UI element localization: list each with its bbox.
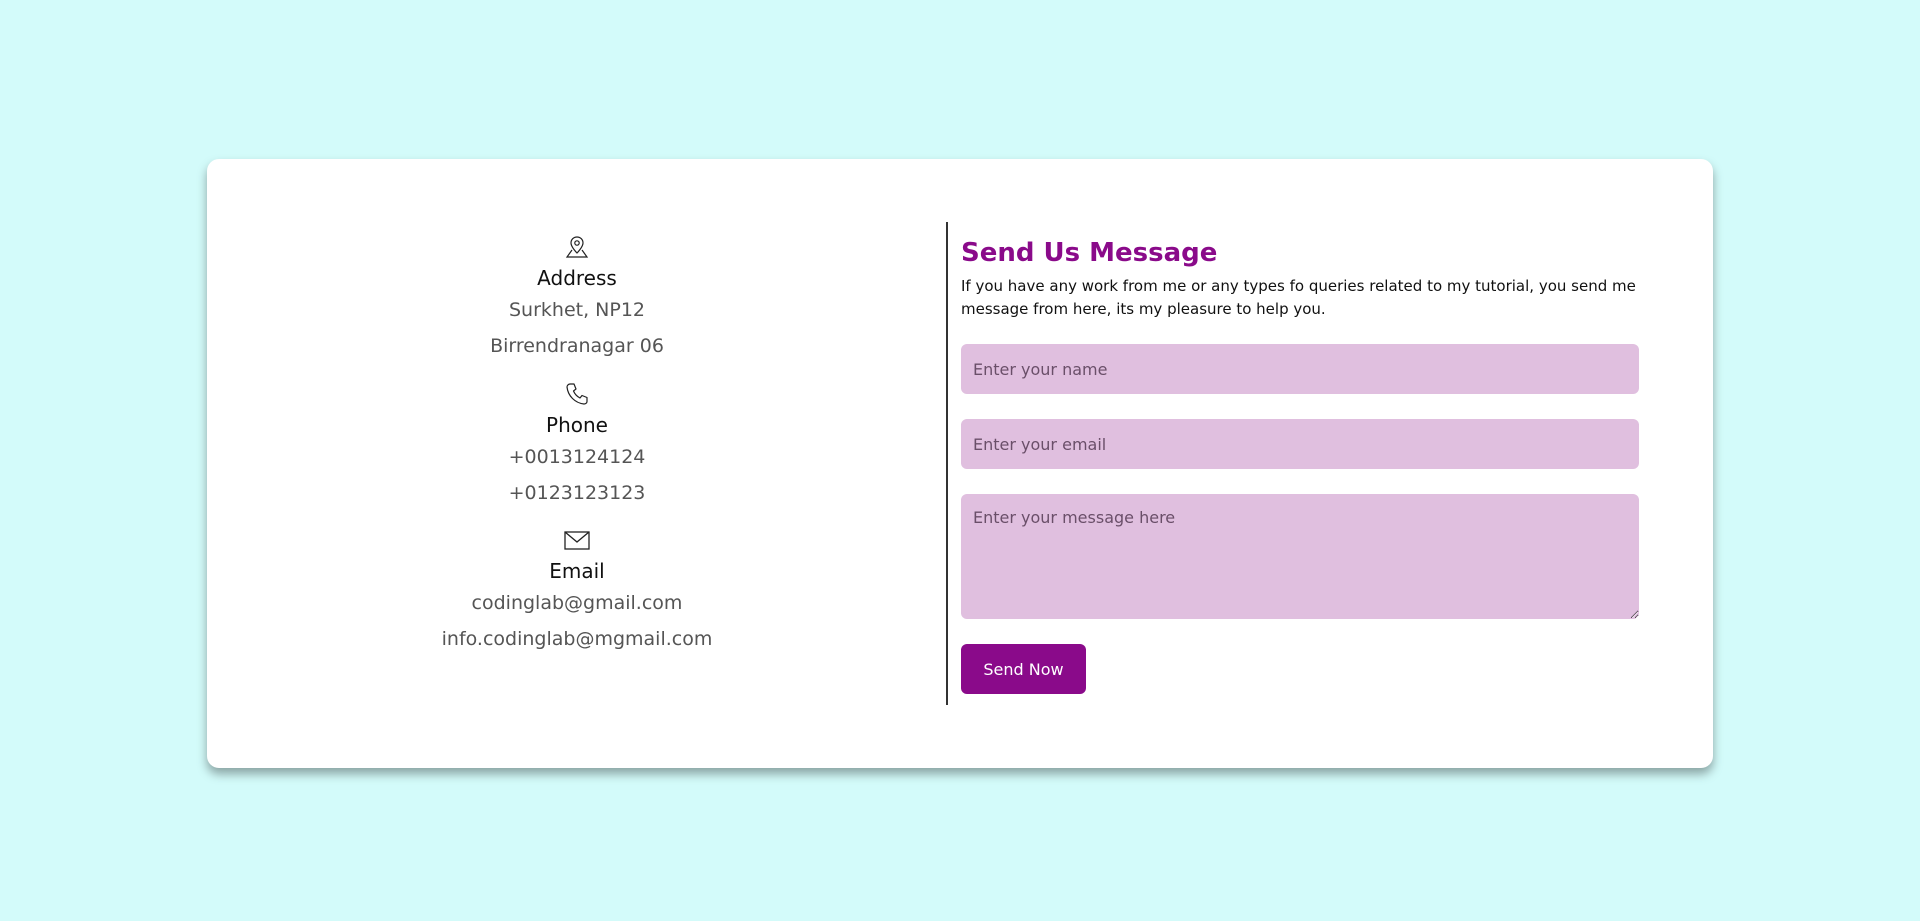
email-line-1: codinglab@gmail.com — [471, 592, 683, 614]
message-form: Send Us Message If you have any work fro… — [961, 235, 1641, 694]
phone-title: Phone — [546, 413, 608, 437]
name-input[interactable] — [961, 344, 1639, 394]
address-block: Address Surkhet, NP12 Birrendranagar 06 — [207, 234, 947, 364]
contact-info-panel: Address Surkhet, NP12 Birrendranagar 06 … — [207, 159, 947, 768]
send-now-button[interactable]: Send Now — [961, 644, 1086, 694]
map-pin-icon — [565, 236, 589, 258]
contact-card: Address Surkhet, NP12 Birrendranagar 06 … — [207, 159, 1713, 768]
vertical-divider — [946, 222, 948, 705]
email-title: Email — [549, 559, 605, 583]
phone-line-2: +0123123123 — [508, 482, 646, 504]
form-description: If you have any work from me or any type… — [961, 277, 1636, 318]
address-title: Address — [537, 266, 617, 290]
envelope-icon — [564, 531, 590, 550]
address-line-2: Birrendranagar 06 — [490, 335, 664, 357]
form-heading: Send Us Message — [961, 238, 1218, 268]
email-line-2: info.codinglab@mgmail.com — [441, 628, 713, 650]
email-input[interactable] — [961, 419, 1639, 469]
message-textarea[interactable] — [961, 494, 1639, 619]
phone-icon — [566, 383, 588, 405]
phone-line-1: +0013124124 — [508, 446, 646, 468]
phone-block: Phone +0013124124 +0123123123 — [207, 381, 947, 511]
email-block: Email codinglab@gmail.com info.codinglab… — [207, 527, 947, 657]
address-line-1: Surkhet, NP12 — [508, 299, 646, 321]
